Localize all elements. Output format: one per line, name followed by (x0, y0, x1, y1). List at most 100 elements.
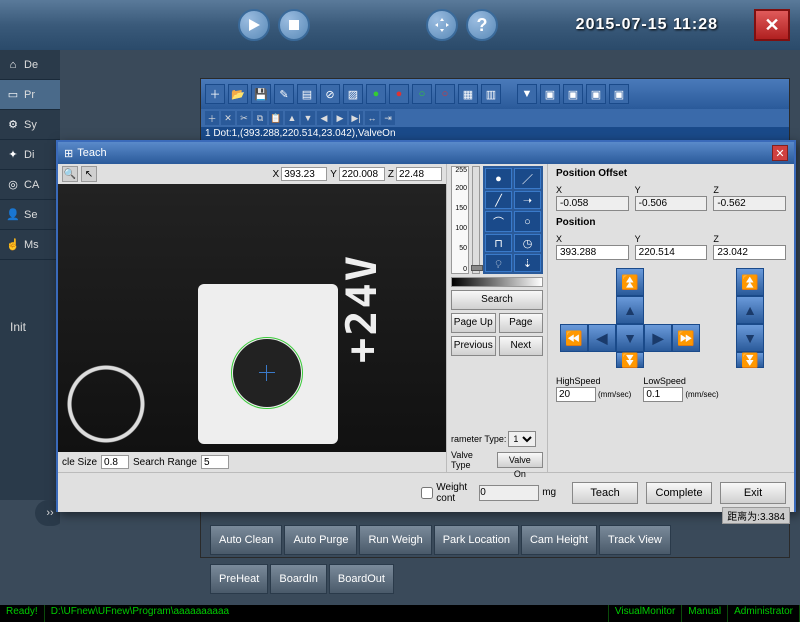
pattern-drop[interactable]: ⇣ (514, 254, 541, 272)
new-file-icon[interactable]: ＋ (205, 84, 225, 104)
stop-button[interactable] (278, 9, 310, 41)
m-copy-icon[interactable]: ⧉ (253, 111, 267, 125)
jog-y-up[interactable]: ▲ (616, 296, 644, 324)
m-w1-icon[interactable]: ↔ (365, 111, 379, 125)
init-button[interactable]: Init (0, 320, 60, 334)
m-x-icon[interactable]: ✕ (221, 111, 235, 125)
jog-y-fast-up[interactable]: ⏫ (616, 268, 644, 296)
close-app-button[interactable]: ✕ (754, 9, 790, 41)
circle-r-icon[interactable]: ○ (435, 84, 455, 104)
page-down-button[interactable]: Page Down (499, 313, 544, 333)
m-w2-icon[interactable]: ⇥ (381, 111, 395, 125)
grid-icon[interactable]: ▥ (481, 84, 501, 104)
jog-z-up[interactable]: ▲ (736, 296, 764, 324)
pattern-arc[interactable]: ⌒ (485, 211, 512, 232)
run-weigh-button[interactable]: Run Weigh (359, 525, 431, 555)
lowspeed-input[interactable] (643, 387, 683, 402)
save-file-icon[interactable]: 💾 (251, 84, 271, 104)
search-button[interactable]: Search (451, 290, 543, 310)
jog-x-left[interactable]: ◀ (588, 324, 616, 352)
help-button[interactable]: ? (466, 9, 498, 41)
m-left-icon[interactable]: ◀ (317, 111, 331, 125)
line-icon[interactable]: ▨ (343, 84, 363, 104)
array-icon[interactable]: ▦ (458, 84, 478, 104)
track-view-button[interactable]: Track View (599, 525, 671, 555)
pattern-arrow[interactable]: ➝ (514, 191, 541, 209)
jog-y-down[interactable]: ▼ (616, 324, 644, 352)
pattern-rect[interactable]: ⊓ (485, 234, 512, 252)
sidebar-item-settings[interactable]: 👤 Se (0, 200, 60, 230)
pattern-dashline[interactable]: ╱ (485, 191, 512, 209)
m-paste-icon[interactable]: 📋 (269, 111, 283, 125)
pos-z-input[interactable] (713, 245, 786, 260)
sidebar-item-manual[interactable]: ☝ Ms (0, 230, 60, 260)
m-step-icon[interactable]: ▲ (285, 111, 299, 125)
m-plus-icon[interactable]: ＋ (205, 111, 219, 125)
point-green-icon[interactable]: ● (366, 84, 386, 104)
exit-button[interactable]: Exit (720, 482, 786, 504)
jog-x-right[interactable]: ▶ (644, 324, 672, 352)
sidebar-item-system[interactable]: ⚙ Sy (0, 110, 60, 140)
teach-button[interactable]: Teach (572, 482, 638, 504)
auto-clean-button[interactable]: Auto Clean (210, 525, 282, 555)
search-range-input[interactable] (201, 455, 229, 469)
highspeed-input[interactable] (556, 387, 596, 402)
gradient-bar[interactable] (451, 277, 543, 287)
weight-checkbox[interactable] (421, 487, 433, 499)
x-coord-input[interactable] (281, 167, 327, 181)
param-type-select[interactable]: 1 (508, 431, 536, 447)
page-up-button[interactable]: Page Up (451, 313, 496, 333)
block-icon[interactable]: ⊘ (320, 84, 340, 104)
valve-on-button[interactable]: Valve On (497, 452, 543, 468)
tree2-icon[interactable]: ▣ (563, 84, 583, 104)
pattern-circle[interactable]: ○ (514, 211, 541, 232)
tree3-icon[interactable]: ▣ (586, 84, 606, 104)
play-button[interactable] (238, 9, 270, 41)
pos-x-input[interactable] (556, 245, 629, 260)
previous-button[interactable]: Previous (451, 336, 496, 356)
open-file-icon[interactable]: 📂 (228, 84, 248, 104)
teach-title-bar[interactable]: ⊞ Teach ✕ (58, 142, 794, 164)
camera-view[interactable]: +24V (58, 184, 446, 452)
auto-purge-button[interactable]: Auto Purge (284, 525, 357, 555)
y-coord-input[interactable] (339, 167, 385, 181)
sidebar-item-diagnose[interactable]: ✦ Di (0, 140, 60, 170)
edit-icon[interactable]: ✎ (274, 84, 294, 104)
boardout-button[interactable]: BoardOut (329, 564, 394, 594)
teach-close-button[interactable]: ✕ (772, 145, 788, 161)
tree4-icon[interactable]: ▣ (609, 84, 629, 104)
park-location-button[interactable]: Park Location (434, 525, 519, 555)
m-end-icon[interactable]: ▶| (349, 111, 363, 125)
complete-button[interactable]: Complete (646, 482, 712, 504)
z-coord-input[interactable] (396, 167, 442, 181)
m-right-icon[interactable]: ▶ (333, 111, 347, 125)
jog-z-fast-down[interactable]: ⏬ (736, 352, 764, 368)
pattern-line[interactable]: ／ (514, 168, 541, 189)
preheat-button[interactable]: PreHeat (210, 564, 268, 594)
tree1-icon[interactable]: ▣ (540, 84, 560, 104)
jog-x-fast-right[interactable]: ⏩ (672, 324, 700, 352)
pattern-rotate[interactable]: ◌̣ (485, 254, 512, 272)
m-clip-icon[interactable]: ✂ (237, 111, 251, 125)
pattern-clock[interactable]: ◷ (514, 234, 541, 252)
jog-x-fast-left[interactable]: ⏪ (560, 324, 588, 352)
jog-z-down[interactable]: ▼ (736, 324, 764, 352)
circle-g-icon[interactable]: ○ (412, 84, 432, 104)
jog-z-fast-up[interactable]: ⏫ (736, 268, 764, 296)
point-red-icon[interactable]: ● (389, 84, 409, 104)
next-button[interactable]: Next (499, 336, 544, 356)
sidebar-item-home[interactable]: ⌂ De (0, 50, 60, 80)
sidebar-item-calibrate[interactable]: ◎ CA (0, 170, 60, 200)
move-button[interactable] (426, 9, 458, 41)
pointer-icon[interactable]: ↖ (81, 166, 97, 182)
zoom-icon[interactable]: 🔍 (62, 166, 78, 182)
pos-y-input[interactable] (635, 245, 708, 260)
circle-size-input[interactable] (101, 455, 129, 469)
cam-height-button[interactable]: Cam Height (521, 525, 597, 555)
sidebar-item-program[interactable]: ▭ Pr (0, 80, 60, 110)
brush-icon[interactable]: ▼ (517, 84, 537, 104)
boardin-button[interactable]: BoardIn (270, 564, 327, 594)
m-down-icon[interactable]: ▼ (301, 111, 315, 125)
threshold-slider[interactable] (472, 166, 480, 274)
pattern-dot[interactable]: ● (485, 168, 512, 189)
